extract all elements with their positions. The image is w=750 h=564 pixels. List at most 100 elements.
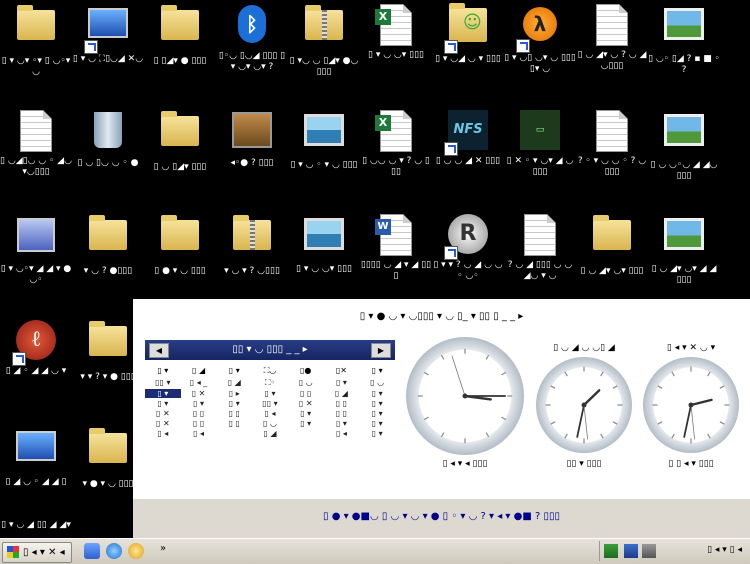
calendar-day-cell[interactable]: ▯ ▯	[216, 419, 252, 428]
calendar-day-cell[interactable]: ▯ ▸	[216, 389, 252, 398]
calendar-day-cell[interactable]: ▯ ◡	[252, 419, 288, 428]
quick-launch-app-icon[interactable]	[128, 543, 144, 559]
calendar-day-cell[interactable]: ▯ ▯	[181, 419, 217, 428]
clock-large[interactable]	[406, 337, 524, 455]
calendar-day-cell[interactable]: ▯ ▯	[216, 409, 252, 418]
calendar-day-cell[interactable]: ▯ ▯	[324, 409, 360, 418]
internet-explorer-icon[interactable]	[106, 543, 122, 559]
calendar-day-cell[interactable]: ▯ ◂	[145, 429, 181, 438]
desktop-icon[interactable]: ▯ ◡ ▯◢▾ ▯▯▯	[144, 108, 216, 173]
calendar-day-cell[interactable]: ▯ ▾	[359, 389, 395, 398]
desktop-icon[interactable]: ▯ ● ▾ ◡ ▯▯▯	[144, 212, 216, 277]
desktop-icon[interactable]: ▯ ◡ ◢▾ ◡ ? ◡ ◢◡▯▯▯	[576, 2, 648, 72]
desktop-icon[interactable]: ▯ ◡◢▯◡ ◡ ◦ ◢◡ ▾◡▯▯▯	[0, 108, 72, 178]
desktop-icon[interactable]: ᛒ ▯◦◡ ▯◡◢ ▯▯▯ ▯ ▾ ◡▾ ◡▾ ?	[216, 2, 288, 73]
calendar-day-cell[interactable]: ▯ ◢	[252, 429, 288, 438]
desktop-icon[interactable]: ▯▯▯▯ ◡ ◢ ▾ ◢ ▯▯▯	[360, 212, 432, 282]
clock-2[interactable]	[536, 357, 632, 453]
desktop-icon[interactable]: ▯ ▾ ◡ ◢ ▯▯ ◢ ◢▾	[0, 518, 72, 531]
next-month-button[interactable]: ▶	[371, 343, 391, 358]
desktop-icon[interactable]: ▯ ▾ ◡ ◦ ▾ ◡ ▯▯▯	[288, 108, 360, 171]
desktop-icon[interactable]: ▯ ◢ ◡ ◦ ◢ ◢ ▯	[0, 425, 72, 488]
calendar-day-cell[interactable]: ▯ ◂	[181, 429, 217, 438]
desktop-icon[interactable]: ▯ ▾ ◡▾ ◦▾ ▯ ◡◦▾ ◡	[0, 2, 72, 78]
calendar-day-cell[interactable]: ▯ ◂ _	[181, 378, 217, 388]
calendar-day-cell[interactable]: ▯ ▾	[359, 429, 395, 438]
desktop-icon[interactable]: ▯ ◡ ◢▾ ◡▾ ▯▯▯	[576, 212, 648, 277]
calendar-day-cell[interactable]: ▯ ✕	[145, 409, 181, 418]
gadget-panel-title[interactable]: ▯ ▾ ● ◡ ▾ ◡▯▯▯ ▾ ◡ ▯_ ▾ ▯▯ ▯ _ _ ▸	[133, 311, 750, 322]
calendar-grid: ▯▯ ▾ ▯ ◂ _ ▯ ◢ ⛶◦ ▯ ◡ ▯ ▾ ▯ ◡ ▯ ▾ ▯ ✕ ▯ ▸ ▯ ▾ ▯ ▯ ▯ …	[145, 378, 395, 438]
connection-tray-icon[interactable]	[624, 544, 638, 558]
clock-3[interactable]	[643, 357, 739, 453]
calendar-day-cell[interactable]: ▯▯ ▾	[252, 399, 288, 408]
quick-launch-chevron-icon[interactable]: »	[160, 543, 166, 554]
desktop-icon[interactable]: ▯ ◡◦ ▯◢ ? ▪ ■ ◦ ?	[648, 2, 720, 76]
calendar-day-cell[interactable]	[216, 429, 252, 438]
calendar-day-cell[interactable]: ▯ ✕	[181, 389, 217, 398]
calendar-day-cell[interactable]: ▯ ▾	[288, 419, 324, 428]
desktop-icon[interactable]: ? ◦ ▾ ◡ ◡ ◦ ? ◡▯▯▯	[576, 108, 648, 178]
clock-second-hand	[451, 355, 466, 397]
desktop-icon[interactable]: ℓ ▯ ◢ ◦ ◢ ◢ ◡ ▾	[0, 318, 72, 377]
desktop-icon[interactable]: ▭ ▯ ✕ ◦ ▾ ◡▾ ◢ ◡ ▯▯▯	[504, 108, 576, 178]
desktop-icon-label: ▯◦◡ ▯◡◢ ▯▯▯ ▯ ▾ ◡▾ ◡▾ ?	[218, 51, 286, 72]
desktop-icon[interactable]: ▾ ◡ ▾ ? ◡▯▯▯	[216, 212, 288, 277]
desktop-icon[interactable]: ▯ ▾ ◡ ◡▾ ▯▯▯	[288, 212, 360, 275]
network-tray-icon[interactable]	[604, 544, 618, 558]
calendar-day-cell[interactable]: ▯ ▾	[145, 399, 181, 408]
calendar-day-cell[interactable]: ▯ ▾	[359, 419, 395, 428]
calendar-day-cell[interactable]: ▯ ▾	[359, 399, 395, 408]
calendar-day-cell[interactable]: ▯ ▾	[181, 399, 217, 408]
calendar-day-cell[interactable]: ▯ ▾	[145, 389, 181, 398]
calendar-day-cell[interactable]: ▯ ▯	[288, 389, 324, 398]
calendar-day-cell[interactable]: ▯ ▾	[324, 419, 360, 428]
desktop-icon[interactable]: ▯ ▾ ◡◦▾ ◢ ◢ ▾ ● ◡◦	[0, 212, 72, 286]
calendar-day-cell[interactable]: ▯ ◂	[252, 409, 288, 418]
calendar-day-headers: ▯ ▾ ▯ ◢ ▯ ▾ ⛶◡ ▯● ▯✕ ▯ ▾	[145, 366, 395, 376]
desktop-icon[interactable]: ▯ ▾ ◡◢ ◡ ▾ ▯▯▯	[432, 2, 504, 65]
calendar-day-cell[interactable]: ▯ ✕	[145, 419, 181, 428]
desktop-icon[interactable]: R ▯ ▾ ▾ ? ◡ ◢ ◡ ◡ ◦ ◡◦	[432, 212, 504, 282]
calendar-day-cell[interactable]: ▯ ▾	[252, 389, 288, 398]
calendar-day-cell[interactable]: ⛶◦	[252, 378, 288, 388]
desktop-icon-label: ▯ ◡ ◢▾ ◡▾ ▯▯▯	[580, 266, 644, 276]
calendar-day-cell[interactable]: ▯▯ ▾	[145, 378, 181, 388]
desktop-icon[interactable]: ▯ ◡ ◢▾ ◡▾ ◢ ◢ ▯▯▯	[648, 212, 720, 286]
calendar-day-cell[interactable]: ▯ ▯	[324, 399, 360, 408]
clock-tick	[550, 385, 556, 389]
calendar-day-cell[interactable]: ▯ ◡	[288, 378, 324, 388]
calendar-day-cell[interactable]: ▯ ▯	[181, 409, 217, 418]
calendar-day-cell[interactable]: ▯ ▾	[359, 409, 395, 418]
desktop-icon[interactable]: ▯ ▾◡ ◡ ▯◢▾ ●◡▯▯▯	[288, 2, 360, 78]
calendar-day-cell[interactable]: ▯ ◢	[216, 378, 252, 388]
desktop-icon[interactable]: ▯ ◡ ◡◦◡ ◢ ◢◡ ▯▯▯	[648, 108, 720, 182]
media-player-icon[interactable]	[84, 543, 100, 559]
desktop-icon[interactable]: λ ▯ ▾ ◡▯ ◡▾ ◡ ▯▯▯ ▯▾ ◡	[504, 2, 576, 75]
desktop-icon[interactable]: ? ◡ ◢ ▯▯▯ ◡ ◡ ◢◡ ▾ ◡	[504, 212, 576, 282]
desktop-icon[interactable]: ▯ ▯◢▾ ● ▯▯▯	[144, 2, 216, 67]
calendar-day-cell[interactable]: ▯ ▾	[288, 409, 324, 418]
desktop-icon[interactable]: ▯ ◡◡ ◡ ▾ ? ◡ ▯▯▯	[360, 108, 432, 178]
calendar-day-cell[interactable]: ▯ ◂	[324, 429, 360, 438]
desktop-icon[interactable]: ▯ ▾ ◡ ⛶▯◡◢ ✕◡	[72, 2, 144, 65]
tray-clock[interactable]: ▯ ◂ ▾ ▯ ◂	[707, 545, 742, 555]
calendar-day-cell[interactable]	[288, 429, 324, 438]
calendar-day-cell[interactable]: ▯ ◡	[359, 378, 395, 388]
calendar-day-cell[interactable]: ▯ ✕	[288, 399, 324, 408]
desktop-icon[interactable]: NFS ▯ ◡ ◡ ◢ ✕ ▯▯▯	[432, 108, 504, 167]
gadget-panel-footer[interactable]: ▯ ● ▾ ●■◡ ▯ ◡ ▾ ◡ ▾ ● ▯ ◦ ▾ ◡ ? ▾ ◂ ▾ ●■…	[133, 511, 750, 522]
clock-tick	[719, 421, 725, 425]
calendar-header: ◀ ▯▯ ▾ ◡ ▯▯▯ _ _ ▸ ▶	[145, 340, 395, 360]
clock-tick	[707, 371, 711, 377]
desktop-icon[interactable]: ▯ ◡ ▯◡ ◡ ◦ ●	[72, 108, 144, 169]
calendar-day-cell[interactable]: ▯ ▾	[216, 399, 252, 408]
desktop-icon[interactable]: ▯ ▾ ◡ ◡▾ ▯▯▯	[360, 2, 432, 61]
desktop-icon[interactable]: ◂◦● ? ▯▯▯	[216, 108, 288, 169]
shortcut-arrow-icon	[444, 142, 458, 156]
desktop-icon[interactable]: ▾ ◡ ? ●▯▯▯	[72, 212, 144, 277]
volume-muted-icon[interactable]	[642, 544, 656, 558]
calendar-day-cell[interactable]: ▯ ▾	[324, 378, 360, 388]
start-button[interactable]: ▯ ◂ ▾ ✕ ◂	[2, 542, 72, 563]
calendar-day-cell[interactable]: ▯ ◢	[324, 389, 360, 398]
